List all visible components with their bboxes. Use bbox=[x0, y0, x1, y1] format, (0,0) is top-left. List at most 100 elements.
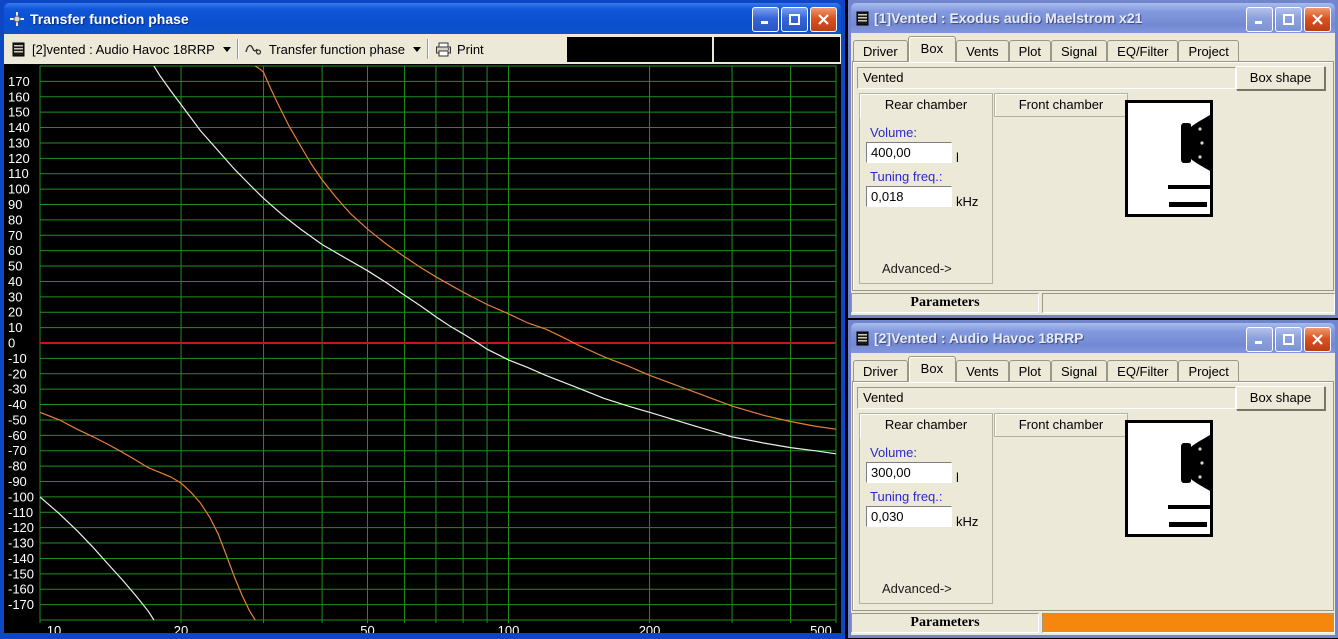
tuning-freq-input[interactable] bbox=[866, 506, 952, 527]
minimize-button[interactable] bbox=[752, 7, 779, 32]
volume-input[interactable] bbox=[866, 462, 952, 483]
tab-eq-filter[interactable]: EQ/Filter bbox=[1107, 360, 1179, 382]
volume-input[interactable] bbox=[866, 142, 952, 163]
vented-box-drawing bbox=[1168, 115, 1210, 207]
close-icon bbox=[818, 14, 829, 25]
y-axis-label: 100 bbox=[8, 182, 30, 197]
window-client: Driver Box Vents Plot Signal EQ/Filter P… bbox=[851, 33, 1335, 315]
dropdown-arrow-icon bbox=[412, 46, 421, 52]
tab-signal[interactable]: Signal bbox=[1051, 360, 1108, 382]
phase-plot-area: 170 160 150 140 130 120 110 100 90 80 70 60 50 40 30 20… bbox=[4, 64, 841, 638]
rear-chamber-tab[interactable]: Rear chamber bbox=[859, 413, 993, 438]
statusbar: Parameters bbox=[851, 293, 1335, 313]
plot-window: Transfer function phase [2]vented: Audi… bbox=[0, 0, 845, 639]
y-axis-label: 120 bbox=[8, 151, 30, 166]
minimize-button[interactable] bbox=[1246, 327, 1273, 352]
volume-label: Volume: bbox=[870, 125, 917, 140]
close-button[interactable] bbox=[1304, 327, 1331, 352]
tab-signal[interactable]: Signal bbox=[1051, 40, 1108, 62]
parameters-status: Parameters bbox=[851, 293, 1039, 313]
y-axis-label: 130 bbox=[8, 135, 30, 150]
print-button[interactable]: Print bbox=[435, 42, 484, 57]
plot-grid bbox=[39, 66, 837, 623]
y-axis-label: -90 bbox=[8, 474, 27, 489]
progress-bar bbox=[1043, 294, 1334, 312]
window-title: [2]Vented : Audio Havoc 18RRP bbox=[874, 330, 1084, 346]
plot-window-titlebar[interactable]: Transfer function phase bbox=[4, 3, 841, 34]
maximize-button[interactable] bbox=[1275, 7, 1302, 32]
tuning-freq-unit: kHz bbox=[956, 194, 979, 209]
toolbar-separator bbox=[236, 39, 239, 59]
project-doc-icon bbox=[856, 331, 869, 345]
minimize-icon bbox=[1255, 21, 1262, 24]
volume-label: Volume: bbox=[870, 445, 917, 460]
rear-chamber-tab[interactable]: Rear chamber bbox=[859, 93, 993, 118]
maximize-button[interactable] bbox=[781, 7, 808, 32]
box-tab-panel: Vented Box shape Rear chamber Front cham… bbox=[852, 61, 1334, 291]
tab-eq-filter[interactable]: EQ/Filter bbox=[1107, 40, 1179, 62]
maximize-button[interactable] bbox=[1275, 327, 1302, 352]
window-titlebar[interactable]: [2]Vented : Audio Havoc 18RRP bbox=[851, 323, 1335, 353]
vent-icon bbox=[1169, 522, 1207, 527]
tab-plot[interactable]: Plot bbox=[1008, 40, 1052, 62]
tab-vents[interactable]: Vents bbox=[956, 360, 1009, 382]
box-tab-panel: Vented Box shape Rear chamber Front cham… bbox=[852, 381, 1334, 611]
y-axis-label: -100 bbox=[8, 489, 34, 504]
y-axis-label: -140 bbox=[8, 551, 34, 566]
y-axis-label: -110 bbox=[8, 505, 33, 520]
desktop: Transfer function phase [2]vented: Audi… bbox=[0, 0, 1338, 639]
y-axis-label: -160 bbox=[8, 582, 34, 597]
blacked-out-field-2 bbox=[714, 37, 840, 62]
tab-driver[interactable]: Driver bbox=[853, 40, 908, 62]
plot-window-title: Transfer function phase bbox=[30, 10, 189, 27]
y-axis-label: 0 bbox=[8, 336, 15, 351]
print-icon bbox=[435, 42, 451, 56]
y-axis-label: 70 bbox=[8, 228, 22, 243]
tuning-freq-input[interactable] bbox=[866, 186, 952, 207]
front-chamber-tab[interactable]: Front chamber bbox=[994, 93, 1128, 117]
advanced-link[interactable]: Advanced-> bbox=[882, 581, 952, 596]
close-button[interactable] bbox=[1304, 7, 1331, 32]
box-type-field[interactable]: Vented bbox=[857, 387, 1236, 409]
y-axis-label: 80 bbox=[8, 212, 22, 227]
project-selector-dropdown[interactable]: [2]vented : Audio Havoc 18RRP bbox=[12, 42, 231, 57]
status-progress-cell bbox=[1042, 293, 1335, 313]
tabbar: Driver Box Vents Plot Signal EQ/Filter P… bbox=[853, 355, 1333, 382]
box-shape-button[interactable]: Box shape bbox=[1236, 386, 1325, 410]
tab-driver[interactable]: Driver bbox=[853, 360, 908, 382]
window-client: Driver Box Vents Plot Signal EQ/Filter P… bbox=[851, 353, 1335, 635]
y-axis-label: 90 bbox=[8, 197, 22, 212]
tab-vents[interactable]: Vents bbox=[956, 40, 1009, 62]
y-axis-label: 10 bbox=[8, 320, 22, 335]
tuning-freq-unit: kHz bbox=[956, 514, 979, 529]
box-shape-button[interactable]: Box shape bbox=[1236, 66, 1325, 90]
minimize-icon bbox=[761, 21, 768, 24]
tab-project[interactable]: Project bbox=[1178, 360, 1239, 382]
close-icon bbox=[1312, 334, 1323, 345]
y-axis-label: -30 bbox=[8, 382, 27, 397]
y-axis-label: -60 bbox=[8, 428, 27, 443]
tab-project[interactable]: Project bbox=[1178, 40, 1239, 62]
graph-selector-dropdown[interactable]: Transfer function phase bbox=[245, 42, 421, 57]
crosshair-icon bbox=[10, 11, 24, 26]
tab-box[interactable]: Box bbox=[907, 36, 957, 62]
y-axis-label: 20 bbox=[8, 305, 22, 320]
maximize-icon bbox=[1283, 14, 1294, 25]
tabbar: Driver Box Vents Plot Signal EQ/Filter P… bbox=[853, 35, 1333, 62]
tab-plot[interactable]: Plot bbox=[1008, 360, 1052, 382]
tab-box[interactable]: Box bbox=[907, 356, 957, 382]
advanced-link[interactable]: Advanced-> bbox=[882, 261, 952, 276]
y-axis-label: -130 bbox=[8, 536, 34, 551]
y-axis-label: -120 bbox=[8, 520, 34, 535]
front-chamber-tab[interactable]: Front chamber bbox=[994, 413, 1128, 437]
y-axis-label: -50 bbox=[8, 412, 27, 427]
y-axis-label: -70 bbox=[8, 443, 27, 458]
box-type-field[interactable]: Vented bbox=[857, 67, 1236, 89]
rear-chamber-group: Volume: l Tuning freq.: kHz Advanced-> bbox=[859, 117, 993, 284]
minimize-button[interactable] bbox=[1246, 7, 1273, 32]
window-titlebar[interactable]: [1]Vented : Exodus audio Maelstrom x21 bbox=[851, 3, 1335, 33]
volume-unit: l bbox=[956, 470, 959, 485]
close-button[interactable] bbox=[810, 7, 837, 32]
x-axis-label: 10 bbox=[47, 623, 61, 633]
y-axis-label: -150 bbox=[8, 566, 34, 581]
